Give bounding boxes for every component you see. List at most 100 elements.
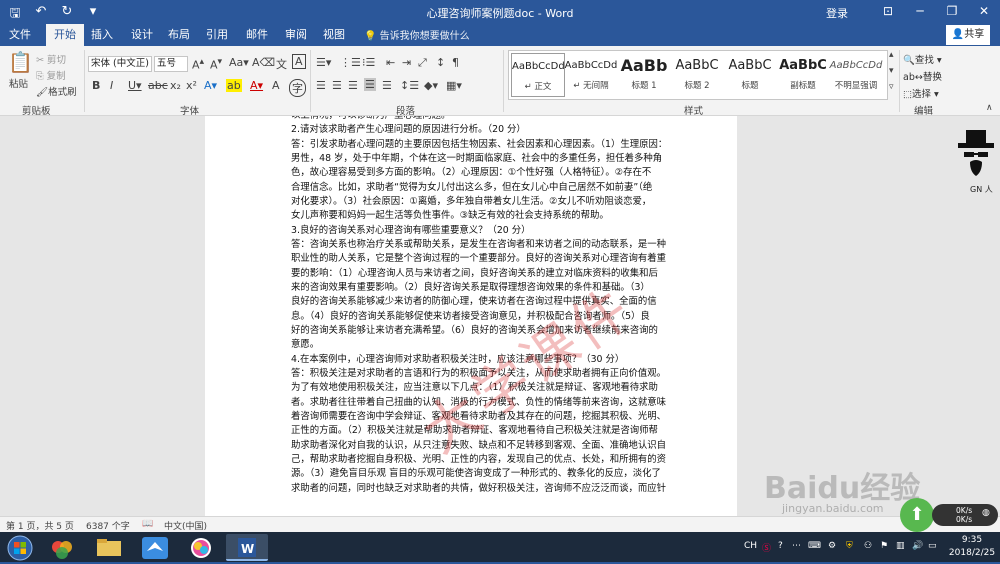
document-line[interactable]: 求助者的问题，同时也缺乏对求助者的共情，做好积极关注，咨询师不应泛泛而谈，而应针 [291,482,694,496]
sort-icon[interactable]: ↕ [436,56,445,69]
clear-format-icon[interactable]: A⌫ [252,56,275,69]
bold-icon[interactable]: B [92,79,100,92]
copy-button[interactable]: ⎘ 复制 [36,68,66,82]
document-text[interactable]: 以上情况，可以诊断为严重心理问题。2.请对该求助者产生心理问题的原因进行分析。（… [291,116,694,496]
cut-button[interactable]: ✂ 剪切 [36,52,66,66]
styles-scroll-down-icon[interactable]: ▾ [889,66,894,76]
text-effects-icon[interactable]: A▾ [204,79,217,92]
ime-indicator[interactable]: CH [744,541,757,551]
format-painter-button[interactable]: 🖌格式刷 [36,84,77,98]
save-icon[interactable]: 🖫 [6,4,24,26]
taskbar-clock[interactable]: 9:35 2018/2/25 [944,534,1000,560]
tray-flag-icon[interactable]: ⚑ [880,541,888,551]
taskbar-bird-app-icon[interactable] [134,534,176,561]
style-subtitle[interactable]: AaBbC 副标题 [776,53,830,97]
font-color-icon[interactable]: A▾ [250,79,263,92]
shrink-font-icon[interactable]: A▾ [210,56,222,72]
document-line[interactable]: 助求助者深化对自我的认识，从只注意失败、缺点和不足转移到客观、全面、准确地认识自 [291,439,694,453]
superscript-icon[interactable]: x² [186,79,197,92]
char-shading-icon[interactable]: A [272,79,280,92]
char-border-icon[interactable]: A [292,54,306,69]
align-center-icon[interactable]: ☰ [332,79,342,92]
tab-references[interactable]: 引用 [203,24,231,46]
enclose-char-icon[interactable]: 字 [289,79,306,97]
document-line[interactable]: 对化要求）。（3）社会原因：①离婚，多年独自带着女儿生活。②女儿不听劝阻谈恋爱， [291,195,694,209]
italic-icon[interactable]: I [110,79,113,92]
align-left-icon[interactable]: ☰ [316,79,326,92]
grow-font-icon[interactable]: A▴ [192,56,204,72]
tab-review[interactable]: 审阅 [282,24,310,46]
tab-insert[interactable]: 插入 [88,24,116,46]
tab-home[interactable]: 开始 [46,24,84,46]
tab-view[interactable]: 视图 [320,24,348,46]
speed-ball-icon[interactable]: ⬆ [900,498,934,532]
paragraph-mark-icon[interactable]: ¶ [452,56,459,69]
proofing-icon[interactable]: 📖 [142,519,153,529]
style-normal[interactable]: AaBbCcDd ↵ 正文 [511,53,565,97]
decrease-indent-icon[interactable]: ⇤ [386,56,395,69]
paste-label[interactable]: 粘贴 [9,76,28,90]
taskbar-file-explorer-icon[interactable] [88,534,130,561]
distributed-icon[interactable]: ☰ [382,79,392,92]
taskbar-word-icon[interactable]: W [226,534,268,561]
tell-me-box[interactable]: 💡 告诉我你想要做什么 [364,27,470,42]
document-line[interactable]: 职业性的助人关系，它是整个咨询过程的一个重要部分。良好的咨询关系对心理咨询有着重 [291,252,694,266]
document-line[interactable]: 良好的咨询关系能够减少来访者的防御心理，使来访者在咨询过程中提供真实、全面的信 [291,295,694,309]
tray-network-icon[interactable]: ▥ [896,541,905,551]
paste-icon[interactable]: 📋 [8,50,33,74]
document-line[interactable]: 答：引发求助者心理问题的主要原因包括生物因素、社会因素和心理因素。（1）生理原因… [291,138,694,152]
document-line[interactable]: 源。（3）避免盲目乐观 盲目的乐观可能使咨询变成了一种形式的、教条化的反应，淡化… [291,467,694,481]
document-line[interactable]: 以上情况，可以诊断为严重心理问题。 [291,116,694,123]
justify-icon[interactable]: ☰ [364,78,376,91]
font-name-combo[interactable]: 宋体 (中文正) [88,56,152,72]
subscript-icon[interactable]: x₂ [170,79,181,92]
replace-button[interactable]: ab↔替换 [903,69,942,83]
borders-icon[interactable]: ▦▾ [446,79,462,92]
document-line[interactable]: 要的影响：（1）心理咨询人员与来访者之间，良好咨询关系的建立对临床资料的收集和后 [291,267,694,281]
style-heading-1[interactable]: AaBb 标题 1 [617,53,671,97]
bullets-icon[interactable]: ☰▾ [316,56,331,69]
styles-more-icon[interactable]: ▿ [889,82,894,92]
style-title[interactable]: AaBbC 标题 [723,53,777,97]
font-size-combo[interactable]: 五号 [154,56,188,72]
highlight-icon[interactable]: ab [226,79,242,92]
language-indicator[interactable]: 中文(中国) [164,519,207,532]
document-page[interactable]: 以上情况，可以诊断为严重心理问题。2.请对该求助者产生心理问题的原因进行分析。（… [205,116,737,516]
document-line[interactable]: 2.请对该求助者产生心理问题的原因进行分析。（20 分） [291,123,694,137]
start-button-icon[interactable] [6,535,34,561]
select-button[interactable]: ⬚选择 ▾ [903,86,939,100]
document-line[interactable]: 己，帮助求助者挖掘自身积极、光明、正性的内容，发现自己的优点、长处，和所拥有的资 [291,453,694,467]
find-button[interactable]: 🔍查找 ▾ [903,52,942,66]
styles-scroll-up-icon[interactable]: ▴ [889,50,894,60]
tray-people-icon[interactable]: ⚇ [864,541,872,551]
page-count[interactable]: 第 1 页，共 5 页 [6,519,74,532]
share-button[interactable]: 👤共享 [946,25,990,45]
document-line[interactable]: 色，故心理容易受到多方面的影响。（2）心理原因：①个性好强（人格特征）。②存在不 [291,166,694,180]
shading-icon[interactable]: ◆▾ [424,79,438,92]
underline-icon[interactable]: U▾ [128,79,142,92]
style-heading-2[interactable]: AaBbC 标题 2 [670,53,724,97]
style-no-spacing[interactable]: AaBbCcDd ↵ 无间隔 [564,53,618,97]
minimize-icon[interactable]: ─ [904,0,936,24]
close-icon[interactable]: ✕ [968,0,1000,24]
tab-design[interactable]: 设计 [128,24,156,46]
tray-ime-s-icon[interactable]: Ⓢ [762,541,771,554]
tray-volume-icon[interactable]: 🔊 [912,541,923,551]
document-line[interactable]: 答：咨询关系也称治疗关系或帮助关系，是发生在咨询者和来访者之间的动态联系，是一种 [291,238,694,252]
tray-dots-icon[interactable]: ⋯ [792,541,801,551]
phonetic-guide-icon[interactable]: 文 [276,56,287,72]
tab-file[interactable]: 文件 [6,24,34,46]
document-line[interactable]: 女儿声称要和妈妈一起生活等负性事件。③缺乏有效的社会支持系统的帮助。 [291,209,694,223]
multilevel-list-icon[interactable]: ⁝☰ [362,56,375,69]
tray-keyboard-icon[interactable]: ⌨ [808,541,821,551]
ribbon-display-icon[interactable]: ⊡ [872,0,904,24]
numbering-icon[interactable]: ⋮☰ [340,56,361,69]
document-line[interactable]: 男性，48 岁，处于中年期，个体在这一时期面临家庭、社会中的多重任务，担任着多种… [291,152,694,166]
tray-settings-icon[interactable]: ⚙ [828,541,836,551]
taskbar-photos-icon[interactable] [180,534,222,561]
login-link[interactable]: 登录 [826,5,848,21]
align-right-icon[interactable]: ☰ [348,79,358,92]
undo-icon[interactable]: ↶ [32,4,50,26]
taskbar-app-colorful-icon[interactable] [42,534,84,561]
strikethrough-icon[interactable]: abc [148,79,168,92]
